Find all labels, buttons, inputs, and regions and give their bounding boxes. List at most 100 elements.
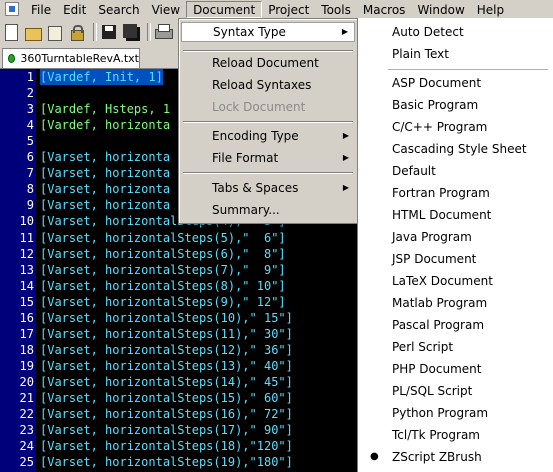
editor-line[interactable]: 25 [Varset, horizontalSteps(19),"180"]	[0, 454, 386, 470]
new-file-icon[interactable]	[2, 23, 20, 41]
menu-edit[interactable]: Edit	[57, 1, 92, 17]
syntax-item-label: Python Program	[392, 406, 489, 420]
syntax-item-label: Java Program	[392, 230, 472, 244]
syntax-item[interactable]: PHP Document	[358, 358, 553, 380]
menu-item-file-format[interactable]: File Format ▶	[181, 148, 355, 168]
syntax-item[interactable]: Basic Program	[358, 94, 553, 116]
lock-icon[interactable]	[68, 23, 86, 41]
menu-item-label: File Format	[212, 151, 279, 165]
line-number: 18	[19, 342, 34, 357]
app-icon[interactable]	[5, 2, 19, 16]
save-all-icon[interactable]	[122, 23, 140, 41]
menu-item-tabs-spaces[interactable]: Tabs & Spaces ▶	[181, 178, 355, 198]
editor-line[interactable]: 19 [Varset, horizontalSteps(13)," 40"]	[0, 358, 386, 374]
syntax-item-label: Fortran Program	[392, 186, 490, 200]
template-icon[interactable]	[46, 23, 64, 41]
syntax-item[interactable]: HTML Document	[358, 204, 553, 226]
editor-line[interactable]: 21 [Varset, horizontalSteps(15)," 60"]	[0, 390, 386, 406]
menu-document[interactable]: Document	[186, 0, 263, 18]
syntax-item-label: Pascal Program	[392, 318, 485, 332]
menu-tools[interactable]: Tools	[315, 1, 357, 17]
syntax-item[interactable]: ASP Document	[358, 72, 553, 94]
line-number: 7	[26, 166, 34, 181]
syntax-auto-detect[interactable]: Auto Detect	[358, 21, 553, 43]
print-icon[interactable]	[154, 23, 173, 41]
code-text: [Varset, horizontalSteps(16)," 72"]	[40, 407, 293, 422]
line-number: 24	[19, 439, 34, 454]
tab-document[interactable]: 360TurntableRevA.txt	[2, 48, 140, 68]
syntax-item[interactable]: Python Program	[358, 402, 553, 424]
menu-search[interactable]: Search	[92, 1, 145, 17]
syntax-item[interactable]: JSP Document	[358, 248, 553, 270]
menu-item-reload-syntaxes[interactable]: Reload Syntaxes	[181, 75, 355, 95]
code-text: [Varset, horizontalSteps(12)," 36"]	[40, 342, 293, 357]
menu-help[interactable]: Help	[471, 1, 510, 17]
code-text: [Varset, horizontalSteps(19),"180"]	[40, 455, 293, 470]
menu-macros[interactable]: Macros	[357, 1, 412, 17]
editor-line[interactable]: 13 [Varset, horizontalSteps(7)," 9"]	[0, 262, 386, 278]
menu-item-syntax-type[interactable]: Syntax Type ▶	[181, 22, 355, 42]
syntax-item-label: Cascading Style Sheet	[392, 142, 527, 156]
open-file-icon[interactable]	[24, 23, 42, 41]
editor-line[interactable]: 14 [Varset, horizontalSteps(8)," 10"]	[0, 278, 386, 294]
line-number: 15	[19, 294, 34, 309]
syntax-item-label: PHP Document	[392, 362, 482, 376]
code-text: [Varset, horizonta	[40, 150, 171, 165]
editor-line[interactable]: 23 [Varset, horizontalSteps(17)," 90"]	[0, 422, 386, 438]
syntax-item[interactable]: ● ZScript ZBrush	[358, 446, 553, 468]
code-text: [Vardef, horizonta	[40, 118, 171, 133]
menu-item-summary[interactable]: Summary...	[181, 200, 355, 220]
syntax-item[interactable]: Default	[358, 160, 553, 182]
syntax-item-label: Default	[392, 164, 436, 178]
syntax-item[interactable]: C/C++ Program	[358, 116, 553, 138]
syntax-item[interactable]: Cascading Style Sheet	[358, 138, 553, 160]
code-text: [Varset, horizonta	[40, 166, 171, 181]
menu-window[interactable]: Window	[411, 1, 470, 17]
menu-item-lock-document: Lock Document	[212, 100, 306, 114]
menu-view[interactable]: View	[146, 1, 186, 17]
code-text: [Vardef, Hsteps, 1	[40, 102, 171, 117]
syntax-item[interactable]: Java Program	[358, 226, 553, 248]
menu-item-encoding-type[interactable]: Encoding Type ▶	[181, 126, 355, 146]
editor-line[interactable]: 24 [Varset, horizontalSteps(18),"120"]	[0, 438, 386, 454]
line-number: 10	[19, 214, 34, 229]
save-icon[interactable]	[100, 23, 118, 41]
line-number: 23	[19, 423, 34, 438]
editor-line[interactable]: 20 [Varset, horizontalSteps(14)," 45"]	[0, 374, 386, 390]
line-number: 8	[26, 182, 34, 197]
code-text: [Varset, horizontalSteps(15)," 60"]	[40, 391, 293, 405]
syntax-item[interactable]: LaTeX Document	[358, 270, 553, 292]
code-text: [Varset, horizonta	[40, 198, 171, 213]
file-status-icon	[8, 54, 16, 63]
menu-file[interactable]: File	[25, 1, 57, 17]
code-text: [Varset, horizontalSteps(14)," 45"]	[40, 374, 293, 389]
menu-item-reload-document[interactable]: Reload Document	[181, 53, 355, 73]
line-number: 11	[19, 230, 34, 245]
syntax-item[interactable]: Tcl/Tk Program	[358, 424, 553, 446]
code-text: [Varset, horizontalSteps(5)," 6"]	[40, 230, 286, 245]
editor-line[interactable]: 12 [Varset, horizontalSteps(6)," 8"]	[0, 246, 386, 262]
toolbar-separator	[147, 23, 151, 41]
menu-separator	[183, 50, 353, 52]
syntax-item-label: Basic Program	[392, 98, 479, 112]
syntax-plain-text[interactable]: Plain Text	[358, 43, 553, 65]
menu-project[interactable]: Project	[262, 1, 315, 17]
editor-line[interactable]: 17 [Varset, horizontalSteps(11)," 30"]	[0, 326, 386, 342]
editor-line[interactable]: 22 [Varset, horizontalSteps(16)," 72"]	[0, 406, 386, 422]
editor-line[interactable]: 11 [Varset, horizontalSteps(5)," 6"]	[0, 230, 386, 246]
editor-line[interactable]: 15 [Varset, horizontalSteps(9)," 12"]	[0, 294, 386, 310]
menu-item-label: Syntax Type	[213, 25, 286, 39]
code-text: [Varset, horizontalSteps(8)," 10"]	[40, 278, 286, 293]
syntax-item[interactable]: Pascal Program	[358, 314, 553, 336]
syntax-item-label: ZScript ZBrush	[392, 450, 482, 464]
syntax-item[interactable]: Matlab Program	[358, 292, 553, 314]
editor-line[interactable]: 16 [Varset, horizontalSteps(10)," 15"]	[0, 310, 386, 326]
syntax-item[interactable]: Perl Script	[358, 336, 553, 358]
syntax-item-label: Tcl/Tk Program	[392, 428, 480, 442]
editor-line[interactable]: 18 [Varset, horizontalSteps(12)," 36"]	[0, 342, 386, 358]
syntax-item-label: HTML Document	[392, 208, 492, 222]
syntax-item[interactable]: Fortran Program	[358, 182, 553, 204]
syntax-item[interactable]: PL/SQL Script	[358, 380, 553, 402]
line-number: 14	[19, 278, 34, 293]
menu-bar: File Edit Search View Document Project T…	[0, 0, 553, 18]
